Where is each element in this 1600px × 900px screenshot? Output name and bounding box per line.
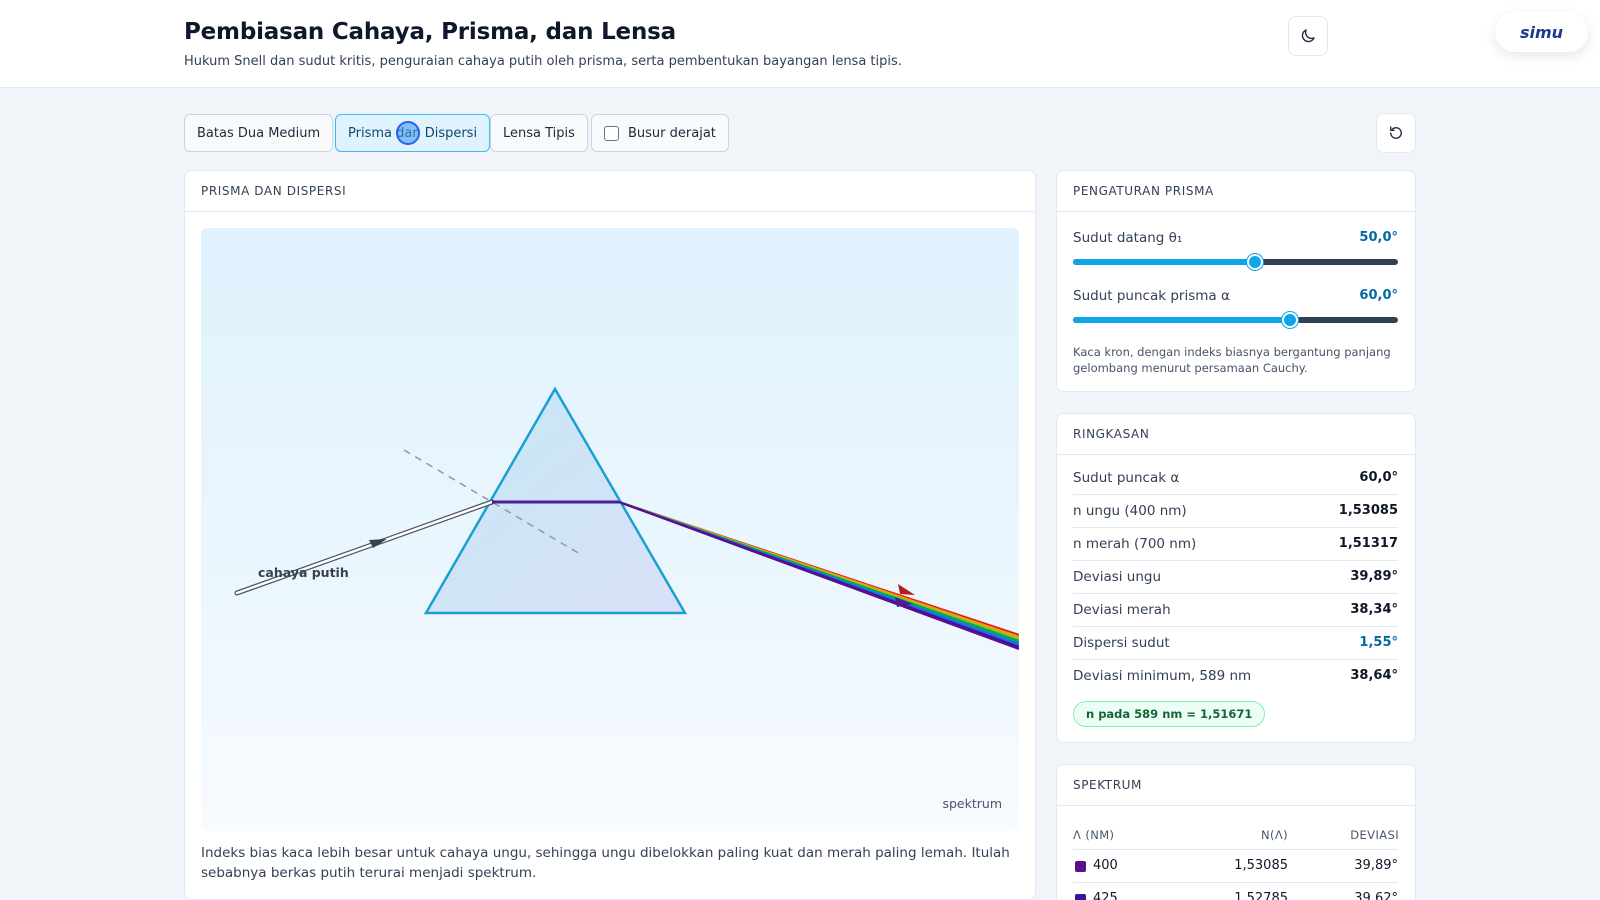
- summary-row: Dispersi sudut 1,55°: [1073, 627, 1398, 660]
- simulation-panel: PRISMA DAN DISPERSI cahaya putih spektru…: [184, 170, 1036, 900]
- tab-lensa-tipis[interactable]: Lensa Tipis: [490, 114, 588, 152]
- protractor-checkbox[interactable]: [604, 125, 619, 141]
- spectrum-label: spektrum: [942, 796, 1002, 811]
- summary-row: Deviasi ungu 39,89°: [1073, 561, 1398, 594]
- apex-angle-label: Sudut puncak prisma α: [1073, 288, 1230, 304]
- apex-angle-slider[interactable]: [1073, 312, 1398, 328]
- summary-value: 38,64°: [1350, 668, 1398, 683]
- summary-label: n ungu (400 nm): [1073, 503, 1187, 519]
- apex-angle-value: 60,0°: [1359, 288, 1398, 303]
- column-header-deviation: DEVIASI: [1350, 828, 1399, 842]
- spectrum-panel: SPEKTRUM Λ (NM) N(Λ) DEVIASI 400 1,53085…: [1056, 764, 1416, 900]
- summary-panel-title: RINGKASAN: [1057, 414, 1415, 455]
- incidence-angle-slider-thumb[interactable]: [1247, 254, 1263, 270]
- summary-row: n merah (700 nm) 1,51317: [1073, 528, 1398, 561]
- mouse-cursor-indicator: [396, 121, 420, 145]
- theme-toggle-button[interactable]: [1288, 16, 1328, 56]
- brand-logo-text: simu: [1519, 22, 1564, 42]
- prism-canvas[interactable]: cahaya putih spektrum: [201, 228, 1019, 831]
- refractive-index-badge: n pada 589 nm = 1,51671: [1073, 701, 1266, 727]
- prism-settings-panel: PENGATURAN PRISMA Sudut datang θ₁ 50,0° …: [1056, 170, 1416, 392]
- column-header-index: N(Λ): [1260, 828, 1288, 842]
- simulation-caption: Indeks bias kaca lebih besar untuk cahay…: [201, 845, 1010, 881]
- apex-angle-slider-fill: [1073, 317, 1290, 323]
- page-subtitle: Hukum Snell dan sudut kritis, penguraian…: [184, 54, 902, 69]
- summary-value: 39,89°: [1350, 569, 1398, 584]
- settings-panel-title: PENGATURAN PRISMA: [1057, 171, 1415, 212]
- app-header: Pembiasan Cahaya, Prisma, dan Lensa Huku…: [0, 0, 1600, 88]
- table-row: 425 1,52785 39,62°: [1073, 882, 1398, 900]
- summary-row: Deviasi merah 38,34°: [1073, 594, 1398, 627]
- brand-logo[interactable]: simu: [1495, 12, 1588, 52]
- summary-label: n merah (700 nm): [1073, 536, 1197, 552]
- summary-value: 1,51317: [1338, 536, 1398, 551]
- tab-batas-dua-medium[interactable]: Batas Dua Medium: [184, 114, 334, 152]
- simulation-panel-title: PRISMA DAN DISPERSI: [185, 171, 1035, 212]
- reset-button[interactable]: [1376, 113, 1416, 153]
- dispersed-spectrum: [618, 500, 1019, 651]
- settings-note: Kaca kron, dengan indeks biasnya bergant…: [1073, 345, 1391, 375]
- summary-value: 60,0°: [1359, 470, 1398, 485]
- incidence-angle-slider[interactable]: [1073, 254, 1398, 270]
- index-cell: 1,53085: [1234, 858, 1288, 873]
- summary-label: Deviasi ungu: [1073, 569, 1162, 585]
- deviation-cell: 39,62°: [1354, 891, 1398, 900]
- tab-label: Lensa Tipis: [503, 125, 575, 141]
- spectrum-panel-title: SPEKTRUM: [1057, 765, 1415, 806]
- reset-icon: [1390, 126, 1402, 139]
- incidence-angle-value: 50,0°: [1359, 230, 1398, 245]
- index-cell: 1,52785: [1234, 891, 1288, 900]
- summary-label: Deviasi merah: [1073, 602, 1171, 618]
- summary-row: Sudut puncak α 60,0°: [1073, 462, 1398, 495]
- tab-label: Batas Dua Medium: [197, 125, 321, 141]
- incidence-angle-label-row: Sudut datang θ₁ 50,0°: [1073, 230, 1398, 250]
- apex-angle-slider-thumb[interactable]: [1281, 312, 1298, 328]
- page-title: Pembiasan Cahaya, Prisma, dan Lensa: [184, 19, 676, 45]
- prism-diagram: cahaya putih spektrum: [234, 386, 1019, 811]
- apex-angle-label-row: Sudut puncak prisma α 60,0°: [1073, 288, 1398, 308]
- protractor-toggle[interactable]: Busur derajat: [591, 114, 729, 152]
- summary-label: Deviasi minimum, 589 nm: [1073, 668, 1252, 684]
- summary-label: Dispersi sudut: [1073, 635, 1170, 651]
- summary-label: Sudut puncak α: [1073, 470, 1180, 486]
- summary-row: Deviasi minimum, 589 nm 38,64°: [1073, 660, 1398, 693]
- deviation-cell: 39,89°: [1354, 858, 1398, 873]
- moon-icon: [1301, 29, 1315, 43]
- table-row: 400 1,53085 39,89°: [1073, 849, 1398, 882]
- summary-value: 1,55°: [1359, 635, 1398, 650]
- incidence-angle-label: Sudut datang θ₁: [1073, 230, 1183, 246]
- summary-value: 38,34°: [1350, 602, 1398, 617]
- ray-label: cahaya putih: [258, 565, 349, 580]
- incidence-angle-slider-fill: [1073, 259, 1255, 265]
- summary-row: n ungu (400 nm) 1,53085: [1073, 495, 1398, 528]
- summary-panel: RINGKASAN Sudut puncak α 60,0° n ungu (4…: [1056, 413, 1416, 743]
- summary-value: 1,53085: [1338, 503, 1398, 518]
- spectrum-arrow-red: [898, 584, 915, 595]
- protractor-label: Busur derajat: [628, 125, 716, 141]
